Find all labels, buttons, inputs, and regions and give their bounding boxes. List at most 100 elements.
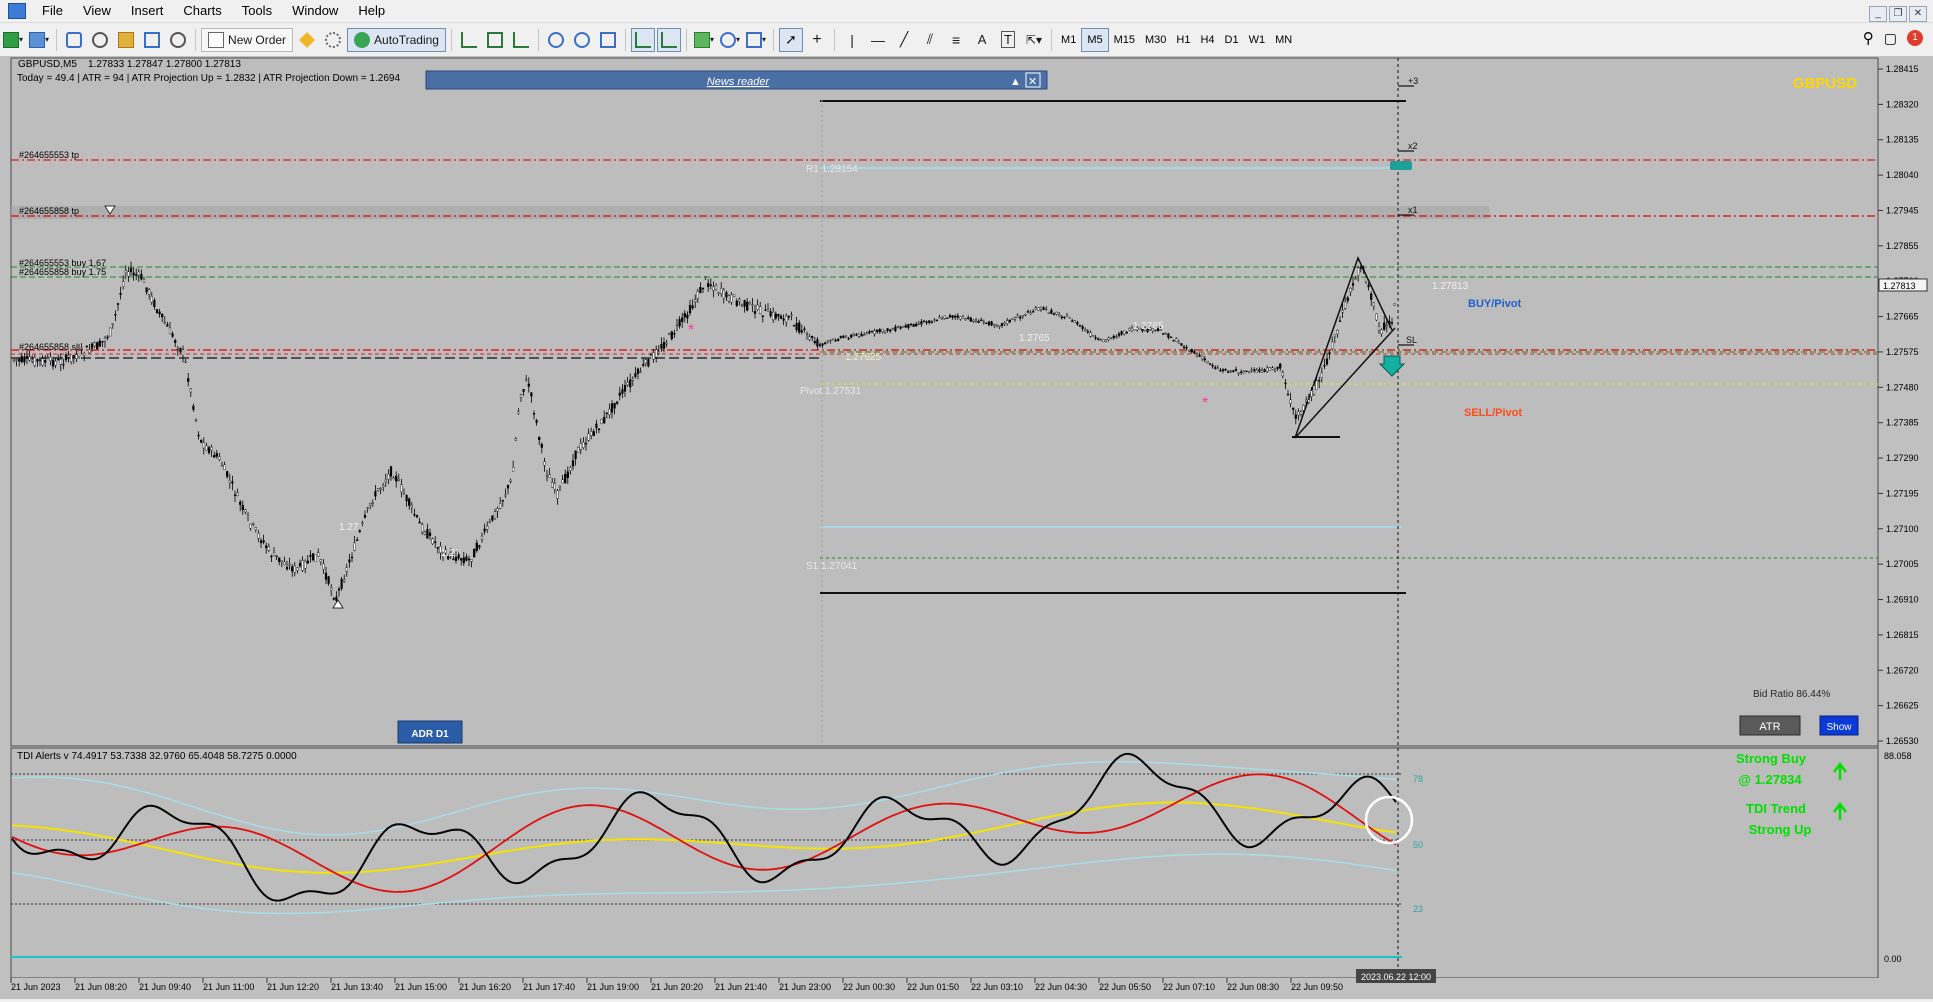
profiles-button[interactable]: ▾ [27, 28, 51, 52]
timeframe-h1[interactable]: H1 [1171, 29, 1195, 51]
menu-file[interactable]: File [32, 0, 73, 22]
candle-body [288, 563, 291, 566]
meta-editor-button[interactable] [295, 28, 319, 52]
timeframe-h4[interactable]: H4 [1195, 29, 1219, 51]
candle-body [1102, 339, 1105, 342]
timeframe-m1[interactable]: M1 [1056, 29, 1081, 51]
menu-help[interactable]: Help [348, 0, 395, 22]
fibonacci-button[interactable]: ≡ [944, 28, 968, 52]
candle-body [296, 567, 299, 571]
tile-windows-icon [599, 31, 616, 48]
timeframe-m30[interactable]: M30 [1140, 29, 1171, 51]
autotrading-button[interactable]: AutoTrading [347, 27, 446, 52]
news-reader-title[interactable]: News reader [707, 76, 771, 88]
candle-body [192, 405, 195, 410]
time-tick-label: 21 Jun 12:20 [267, 982, 319, 992]
candle-body [1206, 360, 1209, 364]
collapse-icon[interactable]: ▲ [1010, 76, 1021, 88]
new-chart-button[interactable]: ▾ [1, 28, 25, 52]
horizontal-line-icon: — [871, 31, 886, 48]
channel-button[interactable]: ⫽ [918, 28, 942, 52]
candle-body [408, 498, 411, 506]
templates-button[interactable]: ▾ [744, 28, 768, 52]
candle-body [335, 596, 338, 601]
tile-windows-button[interactable] [596, 28, 620, 52]
candle-body [691, 305, 694, 309]
time-tick-label: 21 Jun 17:40 [523, 982, 575, 992]
timeframe-w1[interactable]: W1 [1244, 29, 1271, 51]
text-tool-button[interactable]: A [970, 28, 994, 52]
candle-body [1208, 363, 1212, 365]
candle-body [561, 479, 564, 484]
candle-body [374, 491, 377, 497]
adr-button-label: ADR D1 [411, 729, 449, 740]
candle-body [1211, 365, 1214, 367]
crosshair-button[interactable]: + [805, 28, 829, 52]
menu-charts[interactable]: Charts [173, 0, 231, 22]
timeframe-m15[interactable]: M15 [1109, 29, 1140, 51]
candle-body [1351, 283, 1355, 286]
signals-button[interactable] [321, 28, 345, 52]
chart-window[interactable]: +3 x2 x1 SL * * GBPUSD,M5 1.27833 1.2784… [0, 56, 1933, 999]
menu-view[interactable]: View [73, 0, 121, 22]
timeframe-m5[interactable]: M5 [1081, 27, 1109, 52]
text-label-button[interactable]: T [996, 28, 1020, 52]
candle-body [298, 562, 302, 567]
candlestick-button[interactable] [483, 28, 507, 52]
candle-body [1128, 328, 1131, 331]
new-order-button[interactable]: New Order [201, 27, 294, 52]
candle-body [678, 319, 681, 327]
candle-body [811, 336, 814, 338]
candle-body [1302, 405, 1305, 411]
strategy-tester-button[interactable] [166, 28, 190, 52]
candle-body [1063, 316, 1066, 319]
candle-body [137, 271, 140, 276]
restore-icon[interactable]: ❐ [1889, 6, 1907, 22]
data-window-button[interactable] [88, 28, 112, 52]
vertical-line-button[interactable]: | [840, 28, 864, 52]
candle-body [907, 324, 910, 328]
notification-icon[interactable]: 1 [1907, 30, 1923, 46]
candle-body [1372, 302, 1375, 307]
candle-body [519, 394, 523, 398]
minimize-icon[interactable]: _ [1869, 6, 1887, 22]
horizontal-line-button[interactable]: — [866, 28, 890, 52]
candle-body [1190, 349, 1193, 352]
candle-body [990, 321, 993, 326]
candle-body [987, 321, 991, 326]
order-buy2-label: #264655858 buy 1.75 [19, 267, 106, 277]
candle-body [917, 323, 920, 325]
candle-body [402, 493, 406, 495]
search-icon[interactable]: ⚲ [1863, 29, 1874, 47]
timeframe-d1[interactable]: D1 [1220, 29, 1244, 51]
cursor-button[interactable]: ➚ [779, 27, 804, 52]
candle-body [579, 443, 582, 450]
trendline-button[interactable]: ╱ [892, 28, 916, 52]
zoom-out-button[interactable] [570, 28, 594, 52]
indicators-button[interactable]: ▾ [692, 28, 716, 52]
menu-window[interactable]: Window [282, 0, 348, 22]
timeframe-mn[interactable]: MN [1270, 29, 1297, 51]
line-chart-button[interactable] [509, 28, 533, 52]
terminal-button[interactable] [140, 28, 164, 52]
arrows-button[interactable]: ⇱▾ [1022, 28, 1046, 52]
bar-chart-button[interactable] [457, 28, 481, 52]
candle-body [626, 382, 629, 386]
candle-body [985, 322, 988, 325]
chart-shift-button[interactable] [656, 27, 681, 52]
candle-body [779, 315, 783, 319]
close-icon[interactable]: ✕ [1909, 6, 1927, 22]
zoom-in-button[interactable] [544, 28, 568, 52]
candle-body [834, 340, 837, 342]
chat-icon[interactable]: ▢ [1884, 30, 1897, 47]
periods-button[interactable]: ▾ [718, 28, 742, 52]
candle-body [392, 477, 395, 480]
menu-insert[interactable]: Insert [121, 0, 174, 22]
auto-scroll-button[interactable] [630, 27, 655, 52]
candle-body [922, 320, 926, 323]
candle-body [951, 315, 954, 318]
navigator-button[interactable] [114, 28, 138, 52]
candle-body [491, 515, 494, 521]
market-watch-button[interactable] [62, 28, 86, 52]
menu-tools[interactable]: Tools [232, 0, 282, 22]
